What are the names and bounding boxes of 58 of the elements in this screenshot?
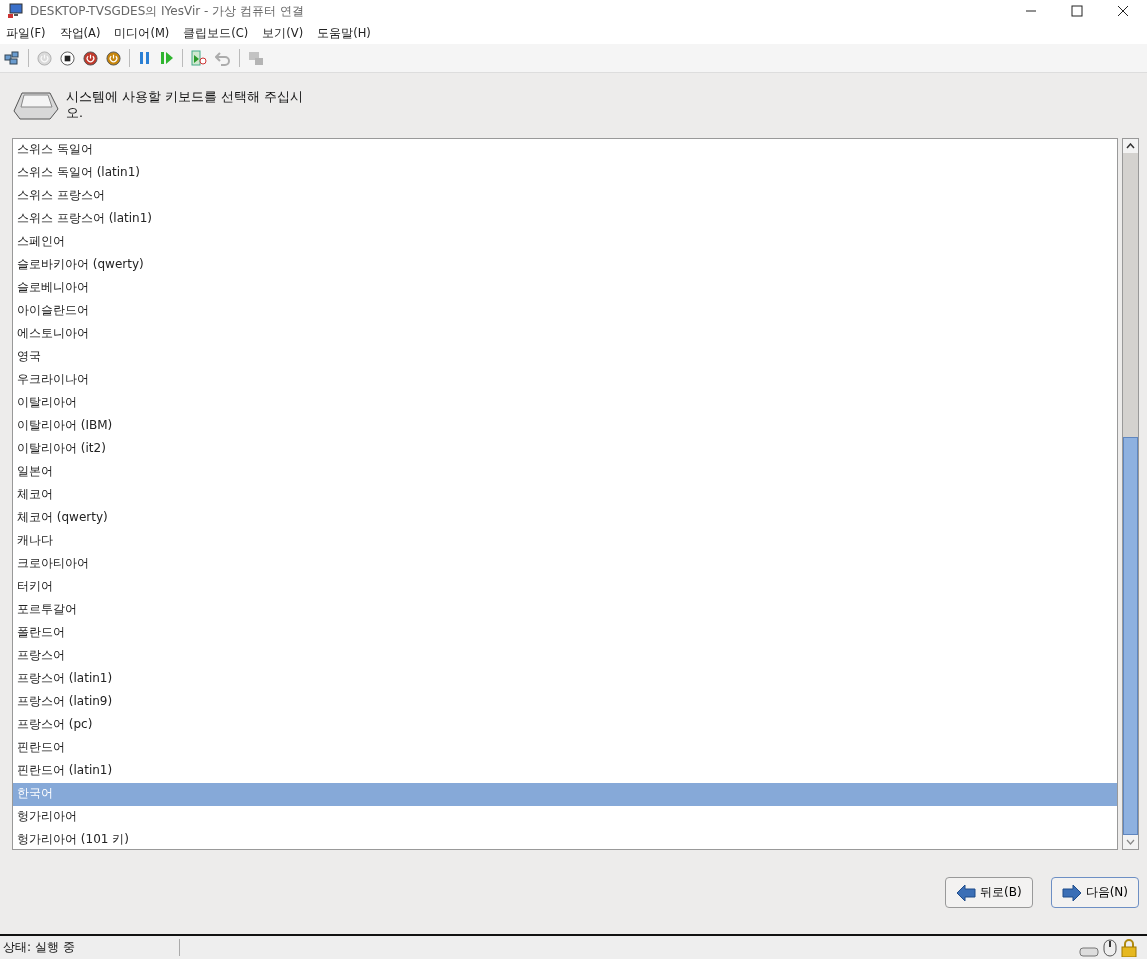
- keyboard-option[interactable]: 스위스 독일어 (latin1): [13, 162, 1117, 185]
- arrow-left-icon: [956, 883, 977, 902]
- menu-item[interactable]: 파일(F): [6, 25, 46, 41]
- keyboard-option[interactable]: 에스토니아어: [13, 323, 1117, 346]
- lock-icon: [1121, 938, 1137, 957]
- keyboard-option[interactable]: 슬로바키아어 (qwerty): [13, 254, 1117, 277]
- keyboard-option[interactable]: 핀란드어 (latin1): [13, 760, 1117, 783]
- keyboard-option[interactable]: 포르투갈어: [13, 599, 1117, 622]
- menu-item[interactable]: 작업(A): [59, 25, 101, 41]
- keyboard-option[interactable]: 아이슬란드어: [13, 300, 1117, 323]
- keyboard-option[interactable]: 프랑스어: [13, 645, 1117, 668]
- pause-icon[interactable]: [138, 51, 152, 65]
- keyboard-option[interactable]: 스위스 독일어: [13, 139, 1117, 162]
- menu-item[interactable]: 클립보드(C): [183, 25, 249, 41]
- window-title: DESKTOP-TVSGDES의 IYesVir - 가상 컴퓨터 연결: [30, 2, 304, 20]
- keyboard-option[interactable]: 우크라이나어: [13, 369, 1117, 392]
- chevron-up-icon: [1126, 143, 1135, 149]
- keyboard-option[interactable]: 프랑스어 (pc): [13, 714, 1117, 737]
- keyboard-option[interactable]: 이탈리아어 (it2): [13, 438, 1117, 461]
- menu-item[interactable]: 미디어(M): [114, 25, 170, 41]
- menu-item[interactable]: 보기(V): [262, 25, 304, 41]
- scroll-up-button[interactable]: [1123, 139, 1138, 153]
- keyboard-key-icon: [12, 89, 60, 121]
- keyboard-option[interactable]: 스위스 프랑스어: [13, 185, 1117, 208]
- keyboard-option[interactable]: 일본어: [13, 461, 1117, 484]
- status-text: 상태: 실행 중: [0, 939, 180, 956]
- keyboard-icon: [1079, 946, 1099, 957]
- keyboard-option[interactable]: 프랑스어 (latin9): [13, 691, 1117, 714]
- keyboard-option[interactable]: 체코어 (qwerty): [13, 507, 1117, 530]
- keyboard-option[interactable]: 헝가리아어: [13, 806, 1117, 829]
- next-button[interactable]: 다음(N): [1050, 877, 1139, 908]
- keyboard-option[interactable]: 체코어: [13, 484, 1117, 507]
- scroll-down-button[interactable]: [1123, 835, 1138, 849]
- back-button[interactable]: 뒤로(B): [945, 877, 1033, 908]
- keyboard-option[interactable]: 슬로베니아어: [13, 277, 1117, 300]
- chevron-down-icon: [1126, 839, 1135, 845]
- keyboard-option[interactable]: 헝가리아어 (101 키): [13, 829, 1117, 849]
- prompt-text: 시스템에 사용할 키보드를 선택해 주십시 오.: [66, 89, 303, 121]
- scroll-thumb[interactable]: [1123, 437, 1138, 835]
- keyboard-option[interactable]: 캐나다: [13, 530, 1117, 553]
- keyboard-option[interactable]: 프랑스어 (latin1): [13, 668, 1117, 691]
- keyboard-option[interactable]: 폴란드어: [13, 622, 1117, 645]
- keyboard-option[interactable]: 이탈리아어: [13, 392, 1117, 415]
- arrow-right-icon: [1061, 883, 1082, 902]
- scrollbar[interactable]: [1122, 138, 1139, 850]
- maximize-icon[interactable]: [1071, 5, 1083, 17]
- keyboard-option[interactable]: 이탈리아어 (IBM): [13, 415, 1117, 438]
- checkpoint-icon[interactable]: [191, 50, 207, 66]
- keyboard-option[interactable]: 영국: [13, 346, 1117, 369]
- play-icon[interactable]: [160, 51, 174, 65]
- keyboard-option[interactable]: 핀란드어: [13, 737, 1117, 760]
- close-icon[interactable]: [1117, 5, 1129, 17]
- menu-item[interactable]: 도움말(H): [317, 25, 371, 41]
- keyboard-option[interactable]: 스페인어: [13, 231, 1117, 254]
- keyboard-option[interactable]: 스위스 프랑스어 (latin1): [13, 208, 1117, 231]
- keyboard-option[interactable]: 크로아티아어: [13, 553, 1117, 576]
- keyboard-option[interactable]: 터키어: [13, 576, 1117, 599]
- keys-icon[interactable]: [4, 50, 20, 66]
